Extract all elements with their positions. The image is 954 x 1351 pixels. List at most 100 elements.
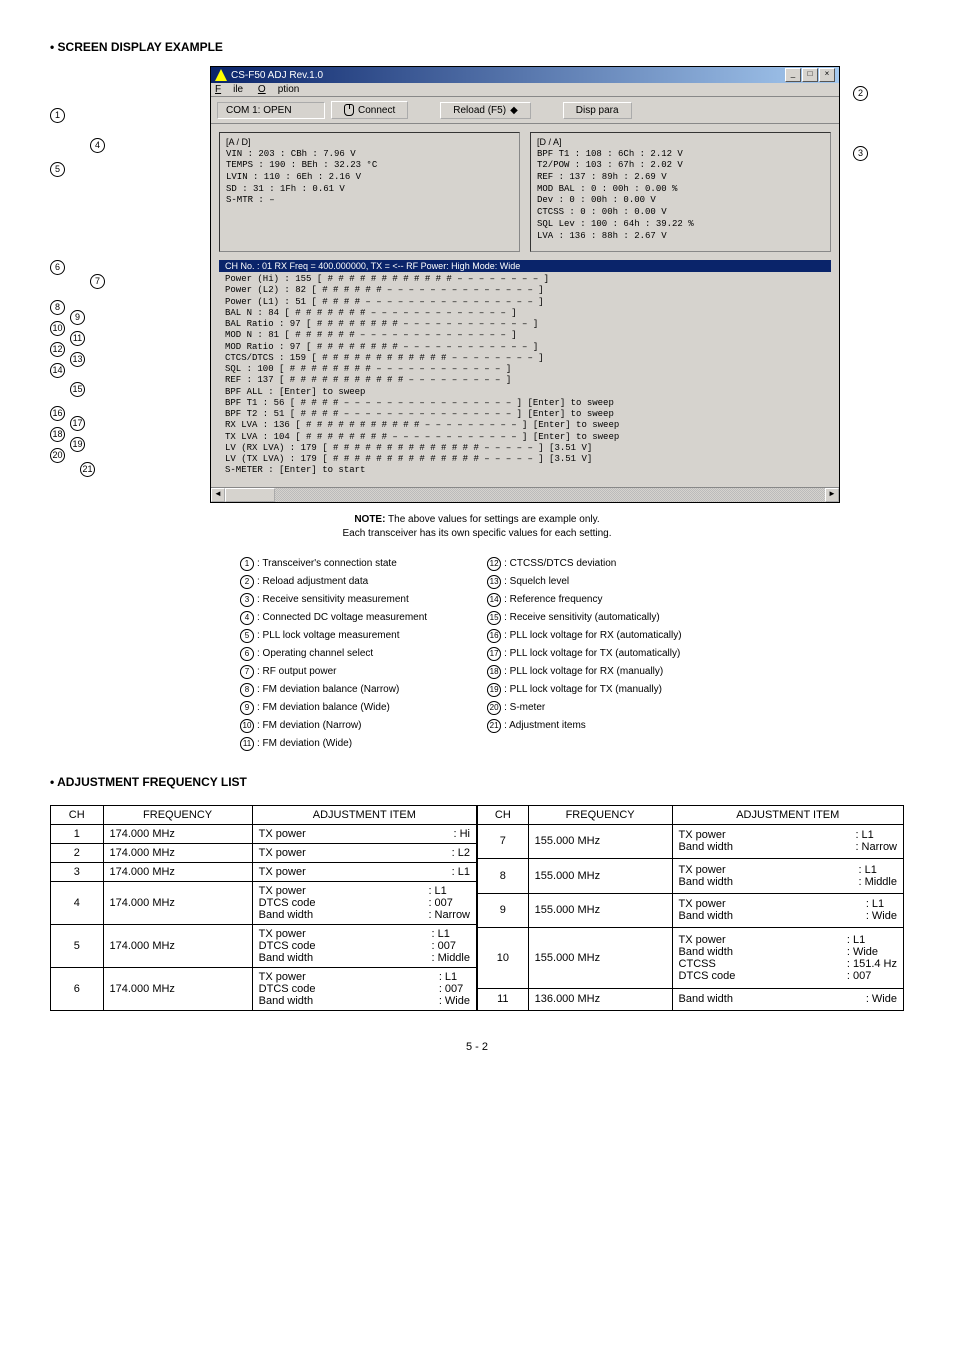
panel-ad-line: VIN : 203 : CBh : 7.96 V <box>226 149 513 161</box>
adj-labels: TX power <box>259 828 306 840</box>
scroll-track[interactable] <box>275 488 825 502</box>
legend-text: : Reload adjustment data <box>257 576 368 587</box>
adj-values: : L1 : Wide : 151.4 Hz : 007 <box>847 934 897 982</box>
listing-row: LV (RX LVA) : 179 [ # # # # # # # # # # … <box>225 443 825 454</box>
listing-row: MOD N : 81 [ # # # # # # – – – – – – – –… <box>225 330 825 341</box>
legend-number: 1 <box>240 557 254 571</box>
menu-file[interactable]: File <box>215 84 243 95</box>
callout-12: 12 <box>50 342 65 357</box>
adj-values: : L2 <box>452 847 470 859</box>
legend-item: 8: FM deviation balance (Narrow) <box>240 683 427 697</box>
table-row: 7155.000 MHzTX power Band width: L1 : Na… <box>478 824 904 859</box>
cell-freq: 174.000 MHz <box>103 862 252 881</box>
callout-1: 1 <box>50 108 65 123</box>
scroll-left-arrow[interactable]: ◄ <box>211 488 225 502</box>
legend-number: 13 <box>487 575 501 589</box>
legend-item: 18: PLL lock voltage for RX (manually) <box>487 665 681 679</box>
toolbar: COM 1: OPEN Connect Reload (F5) ◆ Disp p… <box>211 97 839 124</box>
maximize-button[interactable]: □ <box>802 68 818 82</box>
page-number: 5 - 2 <box>50 1041 904 1053</box>
panel-ad-line: SD : 31 : 1Fh : 0.61 V <box>226 184 513 196</box>
close-button[interactable]: × <box>819 68 835 82</box>
legend-text: : FM deviation balance (Wide) <box>257 702 390 713</box>
callout-6: 6 <box>50 260 65 275</box>
table-row: 5174.000 MHzTX power DTCS code Band widt… <box>51 924 477 967</box>
cell-ch: 6 <box>51 967 104 1010</box>
freq-table-left: CH FREQUENCY ADJUSTMENT ITEM 1174.000 MH… <box>50 805 477 1011</box>
cell-freq: 174.000 MHz <box>103 967 252 1010</box>
connect-button[interactable]: Connect <box>331 101 408 119</box>
legend-item: 7: RF output power <box>240 665 427 679</box>
callout-2: 2 <box>853 86 868 101</box>
cell-ch: 7 <box>478 824 529 859</box>
cell-adj: TX power Band width: L1 : Narrow <box>672 824 903 859</box>
legend-number: 19 <box>487 683 501 697</box>
cell-ch: 9 <box>478 893 529 928</box>
reload-button[interactable]: Reload (F5) ◆ <box>440 102 531 119</box>
scroll-right-arrow[interactable]: ► <box>825 488 839 502</box>
th-ch: CH <box>51 805 104 824</box>
adj-labels: TX power DTCS code Band width <box>259 928 316 964</box>
legend-text: : PLL lock voltage for TX (manually) <box>504 684 662 695</box>
cell-freq: 155.000 MHz <box>528 824 672 859</box>
legend-number: 6 <box>240 647 254 661</box>
disp-para-button[interactable]: Disp para <box>563 102 632 119</box>
cell-ch: 5 <box>51 924 104 967</box>
th-freq: FREQUENCY <box>528 805 672 824</box>
panel-ad-line: LVIN : 110 : 6Eh : 2.16 V <box>226 172 513 184</box>
cell-adj: TX power Band width CTCSS DTCS code: L1 … <box>672 928 903 989</box>
table-row: 11136.000 MHzBand width: Wide <box>478 989 904 1010</box>
legend-item: 21: Adjustment items <box>487 719 681 733</box>
adj-labels: TX power Band width <box>679 898 733 922</box>
legend-item: 14: Reference frequency <box>487 593 681 607</box>
callout-17: 17 <box>70 416 85 431</box>
heading-adjustment-list: • ADJUSTMENT FREQUENCY LIST <box>50 775 904 789</box>
cell-ch: 8 <box>478 859 529 894</box>
listing-row: BPF T1 : 56 [ # # # # – – – – – – – – – … <box>225 398 825 409</box>
note-line1: The above values for settings are exampl… <box>388 514 600 525</box>
legend-number: 2 <box>240 575 254 589</box>
callout-9: 9 <box>70 310 85 325</box>
cell-adj: TX power Band width: L1 : Wide <box>672 893 903 928</box>
horizontal-scrollbar[interactable]: ◄ ► <box>211 487 839 502</box>
listing-row: BAL Ratio : 97 [ # # # # # # # # – – – –… <box>225 319 825 330</box>
cell-ch: 4 <box>51 881 104 924</box>
note-text: NOTE: The above values for settings are … <box>50 513 904 541</box>
legend-text: : PLL lock voltage for TX (automatically… <box>504 648 680 659</box>
cell-freq: 174.000 MHz <box>103 924 252 967</box>
cell-freq: 155.000 MHz <box>528 893 672 928</box>
app-icon <box>215 69 227 81</box>
scroll-thumb[interactable] <box>225 488 275 502</box>
legend-item: 6: Operating channel select <box>240 647 427 661</box>
cell-ch: 3 <box>51 862 104 881</box>
cell-ch: 10 <box>478 928 529 989</box>
adj-labels: TX power Band width <box>679 829 733 853</box>
listing-row: S-METER : [Enter] to start <box>225 465 825 476</box>
legend-text: : FM deviation (Narrow) <box>257 720 361 731</box>
cell-freq: 136.000 MHz <box>528 989 672 1010</box>
legend-item: 4: Connected DC voltage measurement <box>240 611 427 625</box>
legend-number: 3 <box>240 593 254 607</box>
menu-option[interactable]: Option <box>258 84 299 95</box>
table-row: 1174.000 MHzTX power: Hi <box>51 824 477 843</box>
menu-bar: File Option <box>211 83 839 97</box>
channel-status-bar: CH No. : 01 RX Freq = 400.000000, TX = <… <box>219 260 831 272</box>
legend-number: 14 <box>487 593 501 607</box>
listing-row: Power (L2) : 82 [ # # # # # # – – – – – … <box>225 285 825 296</box>
legend-item: 3: Receive sensitivity measurement <box>240 593 427 607</box>
legend-item: 5: PLL lock voltage measurement <box>240 629 427 643</box>
table-row: 10155.000 MHzTX power Band width CTCSS D… <box>478 928 904 989</box>
panel-da-line: T2/POW : 103 : 67h : 2.02 V <box>537 160 824 172</box>
adj-labels: TX power Band width <box>679 864 733 888</box>
legend-item: 15: Receive sensitivity (automatically) <box>487 611 681 625</box>
cell-adj: TX power: L1 <box>252 862 476 881</box>
legend-number: 21 <box>487 719 501 733</box>
legend-text: : PLL lock voltage for RX (automatically… <box>504 630 681 641</box>
cell-freq: 155.000 MHz <box>528 928 672 989</box>
legend-item: 16: PLL lock voltage for RX (automatical… <box>487 629 681 643</box>
legend-text: : Squelch level <box>504 576 569 587</box>
minimize-button[interactable]: _ <box>785 68 801 82</box>
legend-text: : CTCSS/DTCS deviation <box>504 558 616 569</box>
listing-row: BAL N : 84 [ # # # # # # # – – – – – – –… <box>225 308 825 319</box>
note-label: NOTE: <box>354 514 385 525</box>
